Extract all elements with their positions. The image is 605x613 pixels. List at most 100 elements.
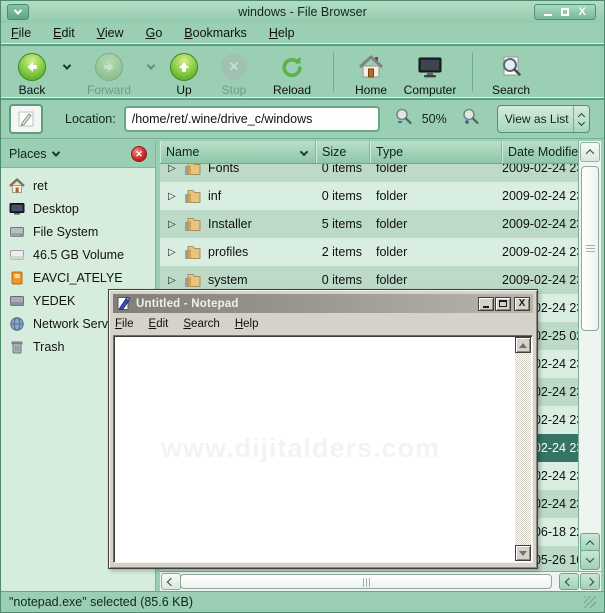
sidebar-item-ret[interactable]: ret — [1, 174, 155, 197]
scroll-right-button[interactable] — [580, 573, 600, 590]
sidebar-item-file-system[interactable]: File System — [1, 220, 155, 243]
reload-button[interactable]: Reload — [261, 50, 323, 97]
trash-icon — [9, 339, 25, 355]
computer-button[interactable]: Computer — [398, 50, 462, 97]
menu-bookmarks[interactable]: Bookmarks — [184, 26, 247, 40]
expander-icon[interactable]: ▷ — [168, 219, 178, 230]
up-icon — [170, 53, 198, 81]
sidebar-item-desktop[interactable]: Desktop — [1, 197, 155, 220]
desktop-icon — [9, 201, 25, 217]
notepad-menu-edit[interactable]: Edit — [149, 318, 169, 330]
sidebar-item-label: ret — [33, 179, 48, 193]
divider — [333, 52, 334, 92]
location-input[interactable] — [124, 106, 380, 132]
menubar: File Edit View Go Bookmarks Help — [1, 23, 604, 43]
home-button[interactable]: Home — [344, 50, 398, 97]
stop-icon: ✕ — [221, 54, 247, 80]
sort-chevron-icon — [300, 148, 308, 156]
notepad-maximize-button[interactable] — [495, 297, 511, 311]
table-row[interactable]: ▷ Fonts 0 items folder 2009-02-24 23: — [160, 164, 578, 182]
column-size[interactable]: Size — [316, 141, 370, 163]
notepad-title: Untitled - Notepad — [136, 298, 477, 310]
forward-history-dropdown[interactable] — [141, 50, 161, 70]
close-sidebar-button[interactable]: ✕ — [131, 146, 147, 162]
view-mode-value: View as List — [498, 112, 573, 126]
sidebar-item-label: EAVCI_ATELYE — [33, 271, 123, 285]
notepad-vertical-scrollbar[interactable] — [515, 337, 531, 561]
edit-location-toggle[interactable] — [9, 104, 43, 134]
menu-file[interactable]: File — [11, 26, 31, 40]
home-icon — [358, 51, 384, 82]
maximize-button[interactable] — [561, 8, 569, 16]
vertical-scroll-thumb[interactable] — [581, 166, 599, 331]
home-icon — [9, 178, 25, 194]
notepad-menu-file[interactable]: File — [115, 318, 134, 330]
window-controls: X — [534, 4, 596, 20]
pencil-icon — [17, 110, 35, 128]
up-button[interactable]: Up — [161, 50, 207, 97]
notepad-scroll-down-button[interactable] — [515, 545, 531, 561]
table-row[interactable]: ▷ profiles 2 items folder 2009-02-24 23: — [160, 238, 578, 266]
sidebar-item-eavci-atelye[interactable]: EAVCI_ATELYE — [1, 266, 155, 289]
drive-icon — [9, 224, 25, 240]
notepad-scroll-up-button[interactable] — [515, 337, 531, 353]
notepad-text-area[interactable]: www.dijitalders.com — [115, 337, 515, 561]
menu-view[interactable]: View — [97, 26, 124, 40]
forward-button[interactable]: Forward — [77, 50, 141, 97]
expander-icon[interactable]: ▷ — [168, 247, 178, 258]
notepad-minimize-button[interactable] — [478, 297, 494, 311]
vertical-scrollbar[interactable] — [578, 141, 601, 571]
expander-icon[interactable]: ▷ — [168, 164, 178, 174]
horizontal-scrollbar[interactable] — [160, 571, 601, 591]
scroll-left-button-2[interactable] — [559, 573, 579, 590]
view-mode-select[interactable]: View as List — [497, 105, 590, 133]
folder-icon — [184, 273, 202, 288]
status-text: "notepad.exe" selected (85.6 KB) — [9, 595, 193, 609]
thumb-grip — [363, 578, 371, 587]
horizontal-scroll-thumb[interactable] — [180, 574, 552, 589]
notepad-menu-search[interactable]: Search — [183, 318, 219, 330]
places-header[interactable]: Places ✕ — [1, 141, 155, 168]
thumb-grip — [586, 245, 595, 253]
column-date-modified[interactable]: Date Modified — [502, 141, 578, 163]
menu-edit[interactable]: Edit — [53, 26, 75, 40]
notepad-icon — [116, 296, 131, 311]
list-column-headers: Name Size Type Date Modified — [160, 141, 578, 164]
reload-icon — [279, 51, 305, 82]
sidebar-item-label: Desktop — [33, 202, 79, 216]
column-type[interactable]: Type — [370, 141, 502, 163]
computer-icon — [416, 51, 444, 82]
back-history-dropdown[interactable] — [57, 50, 77, 70]
resize-grip[interactable] — [584, 596, 596, 608]
scroll-up-button[interactable] — [580, 142, 600, 162]
sidebar-item-volume[interactable]: 46.5 GB Volume — [1, 243, 155, 266]
back-icon — [18, 53, 46, 81]
table-row[interactable]: ▷ Installer 5 items folder 2009-02-24 23… — [160, 210, 578, 238]
column-name[interactable]: Name — [160, 141, 316, 163]
divider — [472, 52, 473, 92]
status-bar: "notepad.exe" selected (85.6 KB) — [1, 591, 604, 612]
expander-icon[interactable]: ▷ — [168, 191, 178, 202]
window-title: windows - File Browser — [1, 5, 604, 19]
notepad-menu-help[interactable]: Help — [235, 318, 259, 330]
zoom-in-icon[interactable] — [461, 107, 481, 132]
close-button[interactable]: X — [578, 7, 585, 18]
volume-icon — [9, 247, 25, 263]
scroll-left-button[interactable] — [161, 573, 181, 590]
zoom-out-icon[interactable] — [394, 107, 414, 132]
search-button[interactable]: Search — [483, 50, 539, 97]
back-button[interactable]: Back — [7, 50, 57, 97]
drive-icon — [9, 293, 25, 309]
notepad-close-button[interactable]: X — [514, 297, 530, 311]
menu-go[interactable]: Go — [146, 26, 163, 40]
notepad-titlebar[interactable]: Untitled - Notepad X — [113, 294, 533, 313]
menu-help[interactable]: Help — [269, 26, 295, 40]
minimize-button[interactable] — [544, 14, 552, 16]
stop-button[interactable]: ✕ Stop — [207, 50, 261, 97]
folder-icon — [184, 217, 202, 232]
table-row[interactable]: ▷ inf 0 items folder 2009-02-24 23: — [160, 182, 578, 210]
expander-icon[interactable]: ▷ — [168, 275, 178, 286]
zoom-level: 50% — [422, 112, 447, 126]
file-browser-window: windows - File Browser X File Edit View … — [0, 0, 605, 613]
scroll-down-button[interactable] — [580, 550, 600, 570]
